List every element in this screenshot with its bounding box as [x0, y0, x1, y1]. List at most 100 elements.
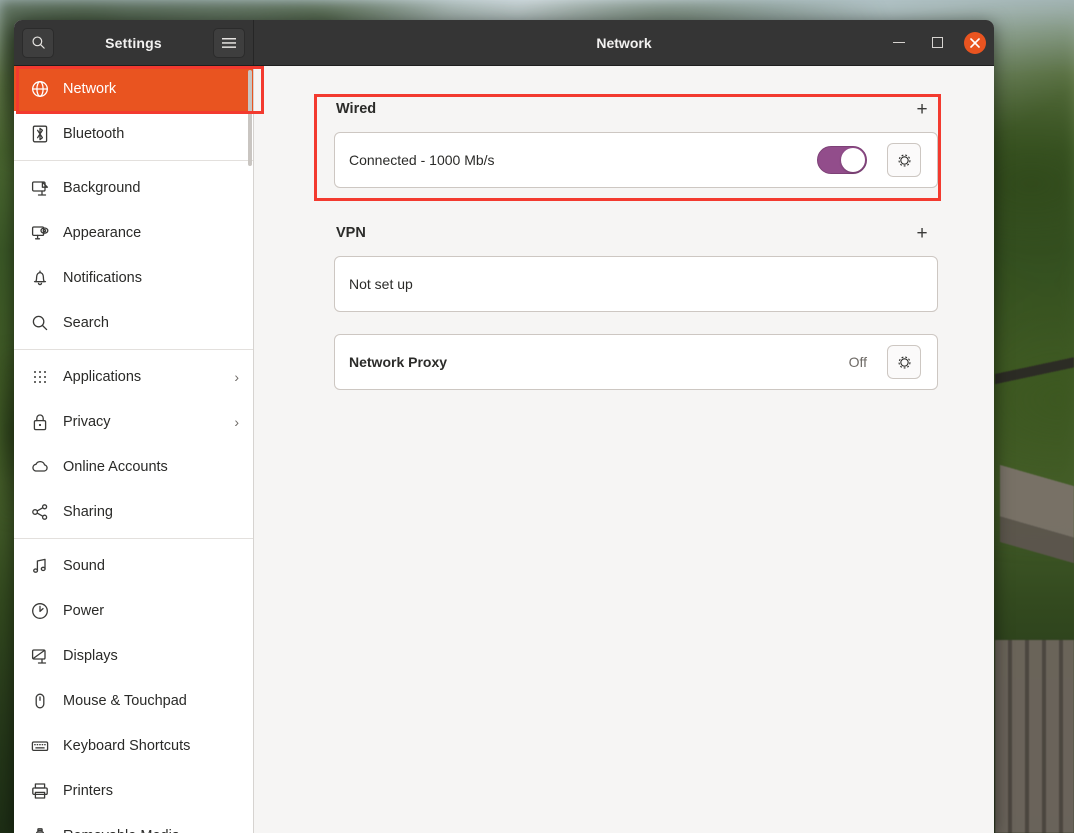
sidebar-scrollbar[interactable] [248, 70, 252, 166]
sidebar-item-online-accounts[interactable]: Online Accounts [14, 444, 253, 489]
sidebar-item-applications[interactable]: Applications › [14, 354, 253, 399]
vpn-section-header: VPN + [334, 218, 938, 248]
menu-button[interactable] [213, 27, 245, 58]
sidebar-item-displays[interactable]: Displays [14, 633, 253, 678]
music-note-icon [32, 558, 46, 573]
gear-icon [898, 356, 910, 368]
wired-toggle[interactable] [817, 146, 867, 174]
sidebar-divider [14, 538, 253, 539]
chevron-right-icon: › [234, 413, 239, 430]
wired-card: Connected - 1000 Mb/s [334, 132, 938, 188]
page-title: Network [596, 34, 652, 51]
mouse-icon [30, 691, 49, 710]
network-proxy-label: Network Proxy [349, 354, 448, 370]
sidebar-item-label: Keyboard Shortcuts [63, 737, 191, 754]
vpn-status-row: Not set up [335, 257, 937, 311]
wired-section-header: Wired + [334, 94, 938, 124]
sidebar-item-power[interactable]: Power [14, 588, 253, 633]
sidebar-item-printers[interactable]: Printers [14, 768, 253, 813]
sidebar-item-keyboard-shortcuts[interactable]: Keyboard Shortcuts [14, 723, 253, 768]
printer-icon [30, 781, 49, 800]
sidebar-item-label: Removable Media [63, 828, 239, 833]
sidebar-item-removable-media[interactable]: Removable Media [14, 813, 253, 833]
vpn-title: VPN [336, 225, 366, 241]
close-icon [970, 37, 980, 48]
appearance-icon [31, 225, 48, 239]
headerbar-sidebar-section: Settings [14, 20, 254, 65]
usb-drive-icon [35, 827, 44, 833]
sidebar-item-label: Network [63, 80, 117, 97]
music-note-icon [30, 556, 49, 575]
bell-icon [30, 268, 49, 287]
power-icon [30, 601, 49, 620]
sidebar-item-label: Sound [63, 557, 105, 574]
sidebar-item-label: Sharing [63, 503, 113, 520]
app-title: Settings [105, 34, 162, 51]
sidebar-item-label: Bluetooth [63, 125, 125, 142]
sidebar-item-sound[interactable]: Sound [14, 543, 253, 588]
sidebar-item-label: Privacy [63, 413, 111, 430]
lock-icon [30, 412, 49, 431]
wired-settings-button[interactable] [887, 143, 921, 177]
sidebar-item-network[interactable]: Network [14, 66, 253, 111]
sidebar-divider [14, 160, 253, 161]
sidebar-item-bluetooth[interactable]: Bluetooth [14, 111, 253, 156]
network-proxy-state: Off [848, 354, 867, 370]
sidebar-item-search[interactable]: Search [14, 300, 253, 345]
minimize-button[interactable] [888, 32, 910, 54]
background-icon [30, 178, 49, 197]
search-icon [31, 36, 45, 49]
printer-icon [31, 782, 48, 799]
wired-status-label: Connected - 1000 Mb/s [349, 152, 495, 168]
network-proxy-settings-button[interactable] [887, 345, 921, 379]
sidebar-item-background[interactable]: Background [14, 165, 253, 210]
sidebar-item-label: Search [63, 314, 109, 331]
wired-connection-row[interactable]: Connected - 1000 Mb/s [335, 133, 937, 187]
headerbar-content-section: Network [254, 20, 994, 65]
usb-drive-icon [30, 826, 49, 833]
close-button[interactable] [964, 31, 986, 54]
bell-icon [33, 270, 46, 285]
add-wired-button[interactable]: + [910, 97, 934, 121]
sidebar-divider [14, 349, 253, 350]
sidebar-item-appearance[interactable]: Appearance [14, 210, 253, 255]
share-icon [31, 503, 47, 520]
sidebar-item-label: Mouse & Touchpad [63, 692, 187, 709]
sidebar-item-label: Applications [63, 368, 142, 385]
search-icon [32, 315, 47, 330]
lock-icon [33, 413, 46, 430]
grid-icon [33, 370, 46, 383]
keyboard-icon [31, 740, 48, 751]
gear-icon [898, 154, 910, 166]
vpn-card: Not set up [334, 256, 938, 312]
add-vpn-button[interactable]: + [910, 221, 934, 245]
network-settings-panel: Wired + Connected - 1000 Mb/s VPN + Not … [254, 66, 994, 833]
globe-icon [30, 79, 49, 98]
vpn-status-label: Not set up [349, 276, 413, 292]
search-button[interactable] [22, 27, 54, 58]
background-icon [31, 180, 48, 196]
sidebar-item-label: Notifications [63, 269, 142, 286]
display-icon [31, 648, 46, 664]
wired-title: Wired [336, 101, 377, 117]
mouse-icon [35, 693, 44, 708]
sidebar-item-notifications[interactable]: Notifications [14, 255, 253, 300]
sidebar-item-label: Appearance [63, 224, 142, 241]
display-icon [30, 646, 49, 665]
chevron-right-icon: › [234, 368, 239, 385]
network-proxy-row[interactable]: Network Proxy Off [335, 335, 937, 389]
sidebar-item-mouse-touchpad[interactable]: Mouse & Touchpad [14, 678, 253, 723]
keyboard-icon [30, 736, 49, 755]
minimize-icon [893, 41, 905, 44]
window-headerbar: Settings Network [14, 20, 994, 66]
sidebar-item-label: Printers [63, 782, 113, 799]
cloud-icon [31, 460, 48, 472]
window-controls [888, 31, 986, 54]
sidebar-item-sharing[interactable]: Sharing [14, 489, 253, 534]
sidebar-list[interactable]: Network Bluetooth Background Appearance Noti… [14, 66, 253, 833]
search-icon [30, 313, 49, 332]
grid-icon [30, 367, 49, 386]
sidebar-item-label: Displays [63, 647, 118, 664]
maximize-button[interactable] [926, 32, 948, 54]
sidebar-item-privacy[interactable]: Privacy › [14, 399, 253, 444]
